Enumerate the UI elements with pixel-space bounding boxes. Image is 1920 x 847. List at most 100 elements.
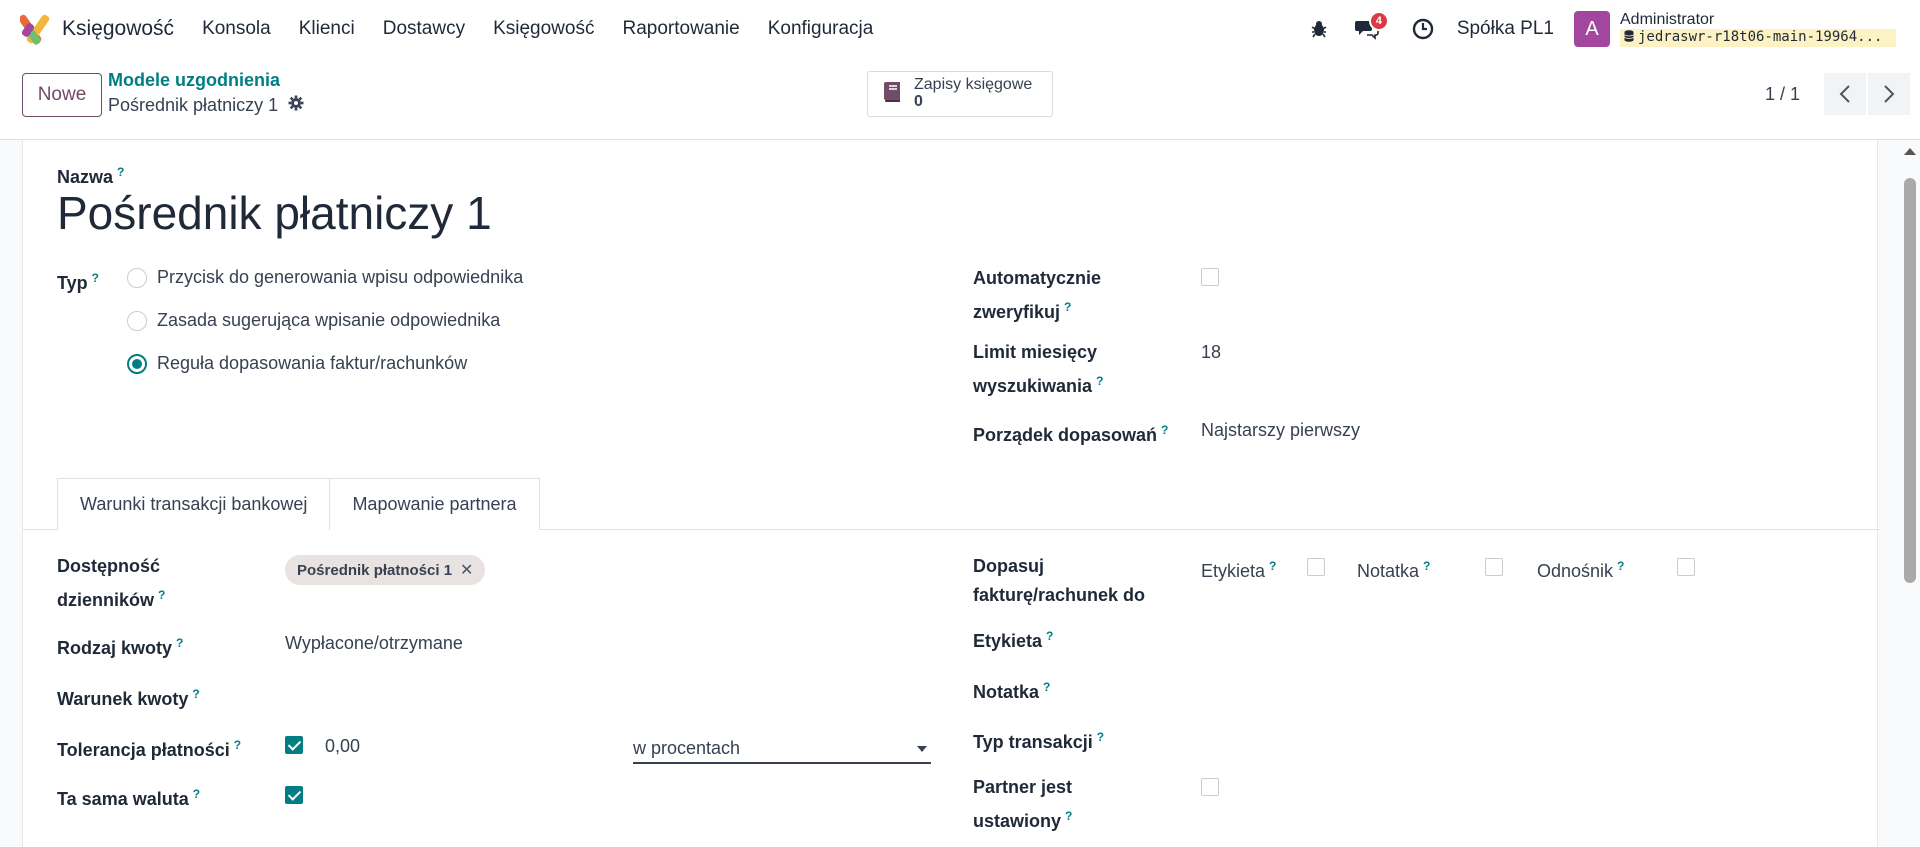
tab-partner-mapping[interactable]: Mapowanie partnera [330,478,540,530]
help-icon[interactable]: ? [1096,374,1103,388]
user-name[interactable]: Administrator [1620,11,1896,29]
journal-tag: Pośrednik płatności 1 ✕ [285,555,486,585]
pager-previous-button[interactable] [1824,73,1866,115]
activity-clock-icon[interactable] [1403,9,1443,49]
form-sheet: Nazwa? Pośrednik płatniczy 1 Typ? Przyci… [22,140,1879,847]
payment-tolerance-label: Tolerancja płatności? [57,738,242,760]
partner-set-label: Partner jest ustawiony? [973,777,1073,831]
payment-tolerance-checkbox[interactable] [285,736,303,754]
debug-bug-icon[interactable] [1299,9,1339,49]
help-icon[interactable]: ? [234,738,241,752]
app-logo-icon[interactable] [18,11,50,47]
radio-label: Zasada sugerująca wpisanie odpowiednika [157,310,501,330]
radio-button[interactable] [127,310,147,331]
vertical-scrollbar[interactable] [1900,140,1920,847]
help-icon[interactable]: ? [158,588,165,602]
match-reference-option-label: Odnośnik? [1537,559,1625,581]
help-icon[interactable]: ? [1161,423,1168,437]
help-icon[interactable]: ? [192,687,199,701]
match-label-checkbox[interactable] [1307,558,1325,576]
smart-button-label: Zapisy księgowe [914,76,1033,94]
label-condition-label: Etykieta? [973,629,1054,651]
database-icon [1624,29,1634,46]
search-limit-label: Limit miesięcy wyszukiwania? [973,342,1104,396]
messages-count-badge: 4 [1368,11,1389,31]
help-icon[interactable]: ? [1269,559,1276,573]
scrollbar-thumb[interactable] [1904,178,1916,583]
match-note-option-label: Notatka? [1357,559,1431,581]
type-option-suggestion[interactable]: Zasada sugerująca wpisanie odpowiednika [127,310,500,331]
menu-item-ksiegowosc[interactable]: Księgowość [479,18,608,40]
help-icon[interactable]: ? [193,787,200,801]
notebook-tabs: Warunki transakcji bankowej Mapowanie pa… [57,478,540,531]
match-note-checkbox[interactable] [1485,558,1503,576]
search-limit-field[interactable]: 18 [1201,338,1221,367]
auto-validate-checkbox[interactable] [1201,268,1219,286]
help-icon[interactable]: ? [176,636,183,650]
match-invoice-label: Dopasuj fakturę/rachunek do [973,556,1146,605]
database-name-text: jedraswr-r18t06-main-19964... [1638,29,1883,46]
app-name[interactable]: Księgowość [62,17,174,41]
scroll-up-arrow-icon[interactable] [1904,148,1916,155]
journal-entries-smart-button[interactable]: Zapisy księgowe 0 [867,71,1053,117]
help-icon[interactable]: ? [1065,809,1072,823]
company-switcher[interactable]: Spółka PL1 [1457,18,1554,40]
tolerance-type-value: w procentach [633,738,741,758]
breadcrumb-parent[interactable]: Modele uzgodnienia [108,70,280,91]
menu-item-dostawcy[interactable]: Dostawcy [369,18,479,40]
smart-button-value: 0 [914,93,923,110]
smart-button-text: Zapisy księgowe 0 [914,76,1033,111]
help-icon[interactable]: ? [1423,559,1430,573]
type-option-button[interactable]: Przycisk do generowania wpisu odpowiedni… [127,267,523,288]
help-icon[interactable]: ? [1046,629,1053,643]
caret-down-icon [917,746,927,752]
new-button[interactable]: Nowe [22,73,102,117]
radio-button[interactable] [127,267,147,288]
menu-item-klienci[interactable]: Klienci [285,18,369,40]
help-icon[interactable]: ? [1064,300,1071,314]
help-icon[interactable]: ? [1617,559,1624,573]
help-icon[interactable]: ? [92,271,99,285]
help-icon[interactable]: ? [1097,730,1104,744]
partner-set-checkbox[interactable] [1201,778,1219,796]
name-field[interactable]: Pośrednik płatniczy 1 [57,186,492,240]
messages-chat-icon[interactable]: 4 [1347,9,1389,49]
user-menu[interactable]: Administrator jedraswr-r18t06-main-19964… [1620,11,1896,47]
matching-order-label: Porządek dopasowań? [973,423,1169,445]
pager-value[interactable]: 1 / 1 [1765,84,1800,105]
type-option-invoice-matching[interactable]: Reguła dopasowania faktur/rachunków [127,353,467,374]
menu-item-konsola[interactable]: Konsola [188,18,285,40]
breadcrumb-current: Pośrednik płatniczy 1 [108,95,304,116]
breadcrumb-current-label: Pośrednik płatniczy 1 [108,95,279,115]
amount-condition-label: Warunek kwoty? [57,687,200,709]
radio-button-selected[interactable] [127,353,147,374]
remove-tag-icon[interactable]: ✕ [460,560,473,580]
amount-type-field[interactable]: Wypłacone/otrzymane [285,629,463,658]
menu-item-konfiguracja[interactable]: Konfiguracja [754,18,888,40]
help-icon[interactable]: ? [117,165,124,179]
chevron-right-icon [1884,85,1895,103]
journals-label: Dostępność dzienników? [57,556,166,610]
menu-item-raportowanie[interactable]: Raportowanie [608,18,753,40]
same-currency-checkbox[interactable] [285,786,303,804]
user-avatar[interactable]: A [1574,11,1610,47]
match-reference-checkbox[interactable] [1677,558,1695,576]
gear-icon[interactable] [288,95,304,116]
control-panel: Nowe Modele uzgodnienia Pośrednik płatni… [0,58,1920,140]
tolerance-type-select[interactable]: w procentach [633,734,931,764]
radio-label: Przycisk do generowania wpisu odpowiedni… [157,267,524,287]
navbar-right: 4 Spółka PL1 A Administrator jedraswr-r1… [1299,0,1920,58]
transaction-type-label: Typ transakcji? [973,730,1105,752]
payment-tolerance-value[interactable]: 0,00 [325,732,360,761]
pager-next-button[interactable] [1868,73,1910,115]
auto-validate-label: Automatycznie zweryfikuj? [973,268,1102,322]
matching-order-field[interactable]: Najstarszy pierwszy [1201,416,1360,445]
tab-bank-conditions[interactable]: Warunki transakcji bankowej [57,478,331,531]
app-brand[interactable]: Księgowość [18,11,174,47]
main-menu: Konsola Klienci Dostawcy Księgowość Rapo… [188,18,887,40]
type-label: Typ? [57,271,100,293]
match-label-option-label: Etykieta? [1201,559,1277,581]
help-icon[interactable]: ? [1043,680,1050,694]
database-name: jedraswr-r18t06-main-19964... [1620,28,1896,47]
journal-tag-label: Pośrednik płatności 1 [297,561,453,579]
